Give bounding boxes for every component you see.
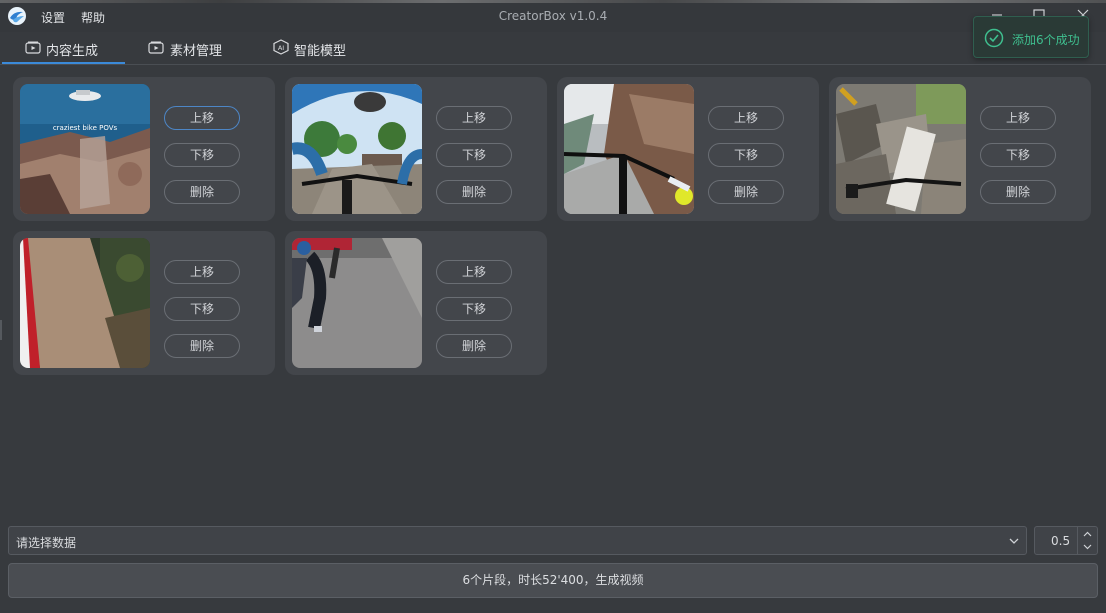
title-strip	[0, 0, 1106, 3]
ai-icon: AI	[273, 39, 289, 55]
clip-thumbnail-image	[292, 238, 422, 368]
tab-label: 内容生成	[46, 44, 99, 59]
move-up-button[interactable]: 上移	[436, 260, 512, 284]
chevron-down-icon	[1009, 538, 1019, 544]
move-up-button[interactable]: 上移	[980, 106, 1056, 130]
clip-thumbnail-image	[20, 238, 150, 368]
move-down-button[interactable]: 下移	[164, 143, 240, 167]
clip-thumbnail[interactable]: craziest bike POVs	[20, 84, 150, 214]
clip-card: 上移 下移 删除	[829, 77, 1091, 221]
move-up-button[interactable]: 上移	[164, 260, 240, 284]
data-select-placeholder: 请选择数据	[16, 536, 77, 550]
resize-handle[interactable]	[0, 320, 2, 340]
spinbox-value: 0.5	[1051, 534, 1071, 548]
clip-thumbnail[interactable]	[20, 238, 150, 368]
chevron-down-icon[interactable]	[1082, 541, 1093, 552]
clip-thumbnail-image	[836, 84, 966, 214]
data-select[interactable]: 请选择数据	[8, 526, 1027, 555]
chevron-up-icon[interactable]	[1082, 529, 1093, 540]
tab-smart-model[interactable]: AI 智能模型	[266, 32, 366, 64]
move-up-button[interactable]: 上移	[164, 106, 240, 130]
play-screen-icon	[148, 41, 164, 54]
tab-content-generation[interactable]: 内容生成	[2, 32, 125, 64]
clip-thumbnail-image: craziest bike POVs	[20, 84, 150, 214]
clip-thumbnail[interactable]	[292, 84, 422, 214]
move-down-button[interactable]: 下移	[436, 143, 512, 167]
tab-label: 素材管理	[170, 44, 223, 59]
clip-thumbnail[interactable]	[836, 84, 966, 214]
clip-thumbnail-image	[292, 84, 422, 214]
delete-button[interactable]: 删除	[164, 180, 240, 204]
tab-label: 智能模型	[294, 44, 347, 59]
delete-button[interactable]: 删除	[164, 334, 240, 358]
delete-button[interactable]: 删除	[708, 180, 784, 204]
delete-button[interactable]: 删除	[980, 180, 1056, 204]
move-up-button[interactable]: 上移	[708, 106, 784, 130]
title-bar: 设置 帮助 CreatorBox v1.0.4	[0, 0, 1106, 32]
svg-text:AI: AI	[278, 44, 284, 52]
delete-button[interactable]: 删除	[436, 180, 512, 204]
spinbox-arrows	[1077, 527, 1097, 554]
clip-thumbnail[interactable]	[564, 84, 694, 214]
window-title: CreatorBox v1.0.4	[498, 9, 608, 23]
move-up-button[interactable]: 上移	[436, 106, 512, 130]
clip-thumbnail[interactable]	[292, 238, 422, 368]
play-screen-icon	[25, 41, 41, 54]
clip-card: 上移 下移 删除	[557, 77, 819, 221]
clip-card: 上移 下移 删除	[13, 231, 275, 375]
clip-card: 上移 下移 删除	[285, 77, 547, 221]
move-down-button[interactable]: 下移	[980, 143, 1056, 167]
tab-material-management[interactable]: 素材管理	[140, 32, 240, 64]
move-down-button[interactable]: 下移	[708, 143, 784, 167]
move-down-button[interactable]: 下移	[164, 297, 240, 321]
svg-text:craziest bike POVs: craziest bike POVs	[53, 124, 118, 132]
clip-thumbnail-image	[564, 84, 694, 214]
clip-card: 上移 下移 删除	[285, 231, 547, 375]
clip-card: craziest bike POVs 上移 下移 删除	[13, 77, 275, 221]
speed-spinbox[interactable]: 0.5	[1034, 526, 1098, 555]
main-tabs: 内容生成 素材管理 AI 智能模型	[0, 32, 1106, 65]
generate-video-button[interactable]: 6个片段，时长52'400，生成视频	[8, 563, 1098, 598]
delete-button[interactable]: 删除	[436, 334, 512, 358]
move-down-button[interactable]: 下移	[436, 297, 512, 321]
